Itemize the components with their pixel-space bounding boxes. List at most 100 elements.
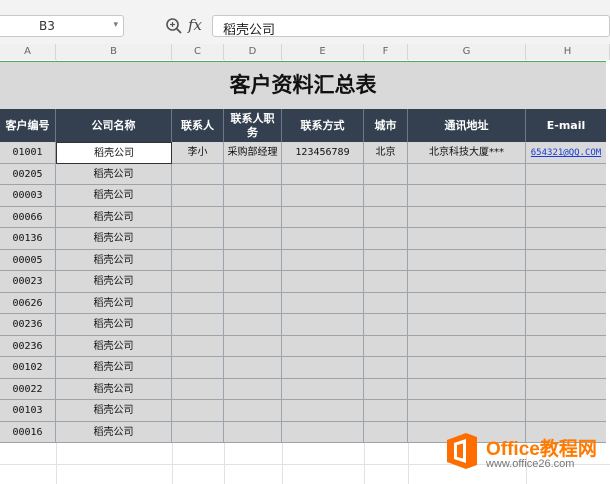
- cell-contact-title[interactable]: [224, 292, 282, 314]
- cell-email[interactable]: [526, 400, 606, 422]
- cell-customer-id[interactable]: 00236: [0, 314, 56, 336]
- cell-address[interactable]: [408, 357, 526, 379]
- cell-email[interactable]: [526, 163, 606, 185]
- cell-company-name[interactable]: 稻壳公司: [56, 421, 172, 443]
- cell-address[interactable]: [408, 271, 526, 293]
- cell-customer-id[interactable]: 00022: [0, 378, 56, 400]
- cell-city[interactable]: [364, 421, 408, 443]
- cell-company-name[interactable]: 稻壳公司: [56, 249, 172, 271]
- formula-input[interactable]: 稻壳公司: [212, 15, 610, 38]
- cell-company-name[interactable]: 稻壳公司: [56, 400, 172, 422]
- cell-email[interactable]: [526, 206, 606, 228]
- cell-contact-title[interactable]: [224, 335, 282, 357]
- cell-city[interactable]: [364, 292, 408, 314]
- column-header-g[interactable]: G: [408, 44, 526, 60]
- cell-contact[interactable]: [172, 163, 224, 185]
- cell-phone[interactable]: [282, 292, 364, 314]
- cell-city[interactable]: [364, 249, 408, 271]
- cell-address[interactable]: [408, 335, 526, 357]
- name-box[interactable]: B3 ▾: [0, 15, 124, 37]
- cell-email[interactable]: [526, 292, 606, 314]
- cell-address[interactable]: [408, 314, 526, 336]
- header-contact[interactable]: 联系人: [172, 109, 224, 142]
- cell-city[interactable]: 北京: [364, 142, 408, 164]
- email-link[interactable]: 654321@QQ.COM: [531, 148, 601, 158]
- cell-email[interactable]: [526, 271, 606, 293]
- cell-contact-title[interactable]: [224, 421, 282, 443]
- cell-company-name[interactable]: 稻壳公司: [56, 378, 172, 400]
- cell-phone[interactable]: 123456789: [282, 142, 364, 164]
- cell-email[interactable]: [526, 228, 606, 250]
- header-phone[interactable]: 联系方式: [282, 109, 364, 142]
- cell-contact-title[interactable]: [224, 228, 282, 250]
- cell-address[interactable]: 北京科技大厦***: [408, 142, 526, 164]
- cell-city[interactable]: [364, 185, 408, 207]
- cell-customer-id[interactable]: 00136: [0, 228, 56, 250]
- cell-contact[interactable]: [172, 206, 224, 228]
- cell-customer-id[interactable]: 00103: [0, 400, 56, 422]
- cell-city[interactable]: [364, 314, 408, 336]
- zoom-icon[interactable]: [165, 17, 183, 35]
- cell-customer-id[interactable]: 00205: [0, 163, 56, 185]
- cell-contact[interactable]: [172, 421, 224, 443]
- cell-company-name[interactable]: 稻壳公司: [56, 206, 172, 228]
- column-header-d[interactable]: D: [224, 44, 282, 60]
- cell-contact[interactable]: 李小: [172, 142, 224, 164]
- fx-icon[interactable]: fx: [188, 16, 202, 34]
- cell-city[interactable]: [364, 335, 408, 357]
- cell-contact-title[interactable]: [224, 185, 282, 207]
- cell-contact[interactable]: [172, 228, 224, 250]
- cell-contact-title[interactable]: [224, 271, 282, 293]
- cell-company-name[interactable]: 稻壳公司: [56, 185, 172, 207]
- cell-customer-id[interactable]: 00023: [0, 271, 56, 293]
- cell-contact[interactable]: [172, 378, 224, 400]
- cell-company-name[interactable]: 稻壳公司: [56, 335, 172, 357]
- cell-city[interactable]: [364, 206, 408, 228]
- cell-contact-title[interactable]: [224, 163, 282, 185]
- cell-address[interactable]: [408, 163, 526, 185]
- header-company-name[interactable]: 公司名称: [56, 109, 172, 142]
- cell-contact-title[interactable]: 采购部经理: [224, 142, 282, 164]
- cell-customer-id[interactable]: 00003: [0, 185, 56, 207]
- cell-customer-id[interactable]: 00626: [0, 292, 56, 314]
- cell-city[interactable]: [364, 271, 408, 293]
- cell-contact-title[interactable]: [224, 378, 282, 400]
- cell-contact-title[interactable]: [224, 400, 282, 422]
- cell-phone[interactable]: [282, 163, 364, 185]
- cell-address[interactable]: [408, 228, 526, 250]
- header-customer-id[interactable]: 客户编号: [0, 109, 56, 142]
- cell-phone[interactable]: [282, 314, 364, 336]
- cell-phone[interactable]: [282, 421, 364, 443]
- cell-phone[interactable]: [282, 249, 364, 271]
- table-title[interactable]: 客户资料汇总表: [0, 62, 606, 109]
- cell-company-name[interactable]: 稻壳公司: [56, 142, 172, 164]
- cell-contact[interactable]: [172, 314, 224, 336]
- cell-city[interactable]: [364, 400, 408, 422]
- cell-phone[interactable]: [282, 357, 364, 379]
- cell-address[interactable]: [408, 400, 526, 422]
- cell-contact[interactable]: [172, 400, 224, 422]
- cell-company-name[interactable]: 稻壳公司: [56, 228, 172, 250]
- header-contact-title[interactable]: 联系人职务: [224, 109, 282, 142]
- cell-phone[interactable]: [282, 271, 364, 293]
- cell-phone[interactable]: [282, 206, 364, 228]
- column-header-e[interactable]: E: [282, 44, 364, 60]
- cell-company-name[interactable]: 稻壳公司: [56, 163, 172, 185]
- cell-company-name[interactable]: 稻壳公司: [56, 357, 172, 379]
- cell-phone[interactable]: [282, 228, 364, 250]
- cell-customer-id[interactable]: 00005: [0, 249, 56, 271]
- cell-email[interactable]: [526, 314, 606, 336]
- cell-contact-title[interactable]: [224, 206, 282, 228]
- cell-city[interactable]: [364, 357, 408, 379]
- column-header-f[interactable]: F: [364, 44, 408, 60]
- cell-address[interactable]: [408, 185, 526, 207]
- cell-city[interactable]: [364, 228, 408, 250]
- cell-contact[interactable]: [172, 185, 224, 207]
- cell-phone[interactable]: [282, 400, 364, 422]
- column-header-h[interactable]: H: [526, 44, 610, 60]
- cell-email[interactable]: [526, 357, 606, 379]
- cell-contact[interactable]: [172, 335, 224, 357]
- cell-customer-id[interactable]: 00016: [0, 421, 56, 443]
- cell-contact-title[interactable]: [224, 249, 282, 271]
- header-address[interactable]: 通讯地址: [408, 109, 526, 142]
